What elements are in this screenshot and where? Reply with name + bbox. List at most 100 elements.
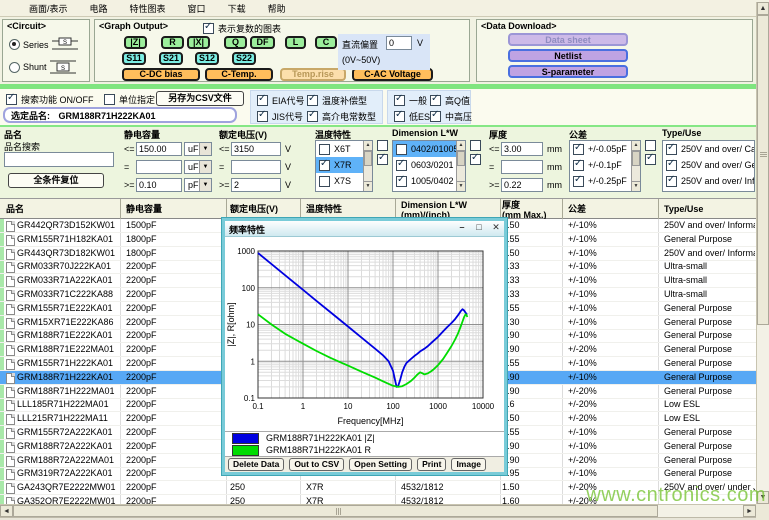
minimize-button[interactable]: – [456,222,468,233]
graph-button-c-temp-[interactable]: C-Temp. [205,68,273,81]
legend-item[interactable]: GRM188R71H222KA01 R [225,444,504,456]
filter-checkbox-3[interactable]: 高Q值 [430,94,470,107]
scroll-down-icon[interactable]: ▼ [457,181,465,191]
legend-item[interactable]: GRM188R71H222KA01 |Z| [225,432,504,444]
radio-shunt-dot[interactable] [9,62,20,73]
list-clear-all-button[interactable] [645,140,656,151]
reset-all-button[interactable]: 全条件复位 [8,173,104,188]
s-parameter-button[interactable]: S-parameter [508,65,628,78]
scroll-up-icon[interactable]: ▲ [457,141,465,151]
list-select-all-button[interactable] [377,154,388,165]
radio-series[interactable]: Series S [9,37,78,52]
close-button[interactable]: ✕ [490,222,502,233]
graph-button-s22[interactable]: S22 [232,52,256,65]
tolerance-list-scrollbar[interactable]: ▲▼ [631,141,640,191]
filter-checkbox-2[interactable]: 一般 [394,94,427,107]
checkbox-icon[interactable] [257,111,268,122]
thickness-input-1[interactable] [501,160,543,174]
type-use-list[interactable]: 250V and over/ Camera250V and over/ Gene… [662,140,755,192]
voltage-input-0[interactable] [231,142,281,156]
scroll-thumb[interactable] [364,151,372,166]
header-cell-tol[interactable]: 公差 [568,199,656,214]
item-checkbox[interactable] [396,144,407,155]
dimension-list[interactable]: 0402/010050603/02011005/0402▲▼ [392,140,466,192]
tolerance-item[interactable]: +/-0.1pF [570,157,632,173]
graph-button-r[interactable]: R [161,36,184,49]
item-checkbox[interactable] [666,144,677,155]
item-checkbox[interactable] [573,144,584,155]
header-cell-volt[interactable]: 额定电压(V) [230,199,296,214]
graph-button-x[interactable]: |X| [187,36,210,49]
type-use-item[interactable]: 250V and over/ General [663,157,754,173]
list-select-all-button[interactable] [470,154,481,165]
checkbox-icon[interactable] [6,94,17,105]
list-clear-all-button[interactable] [377,140,388,151]
image-button[interactable]: Image [451,458,486,471]
capacitance-unit-select[interactable]: uF▼ [184,142,212,156]
dimension-item[interactable]: 1005/0402 [393,173,457,189]
checkbox-icon[interactable] [203,23,214,34]
header-cell-type[interactable]: Type/Use [664,199,753,214]
window-titlebar[interactable]: 频率特性 – □ ✕ [225,221,504,237]
list-clear-all-button[interactable] [470,140,481,151]
scroll-thumb[interactable] [13,505,658,517]
header-cell-dim[interactable]: Dimension L*W (mm)/(inch) [401,199,498,220]
item-checkbox[interactable] [666,160,677,171]
tolerance-item[interactable]: +/-0.25pF [570,173,632,189]
header-cell-thick[interactable]: 厚度 (mm Max.) [502,199,556,220]
search-toggle-checkbox[interactable]: 搜索功能 ON/OFF [6,93,94,106]
temp-char-item[interactable]: X7S [316,173,364,189]
tolerance-list[interactable]: +/-0.05pF+/-0.1pF+/-0.25pF▲▼ [569,140,641,192]
checkbox-icon[interactable] [430,95,441,106]
item-checkbox[interactable] [319,176,330,187]
checkbox-icon[interactable] [394,95,405,106]
graph-button-l[interactable]: L [285,36,306,49]
dimension-list-scrollbar[interactable]: ▲▼ [456,141,465,191]
freq-chart-window[interactable]: 频率特性 – □ ✕ 0.111010010001000010001001010… [222,218,507,475]
dimension-item[interactable]: 0402/01005 [393,141,457,157]
capacitance-unit-select[interactable]: pF▼ [184,178,212,192]
scroll-up-icon[interactable]: ▲ [364,141,372,151]
capacitance-input-1[interactable] [136,160,182,174]
type-use-item[interactable]: 250V and over/ Camera [663,141,754,157]
graph-button-c[interactable]: C [315,36,337,49]
filter-checkbox-6[interactable]: 低ESL [394,110,435,123]
out-to-csv-button[interactable]: Out to CSV [289,458,344,471]
scroll-up-button[interactable]: ▲ [757,2,769,15]
list-select-all-button[interactable] [645,154,656,165]
scroll-thumb[interactable] [632,151,640,166]
checkbox-icon[interactable] [430,111,441,122]
radio-series-dot[interactable] [9,39,20,50]
part-name-search-input[interactable] [4,152,114,167]
capacitance-input-2[interactable] [136,178,182,192]
checkbox-icon[interactable] [257,95,268,106]
show-complex-checkbox[interactable]: 表示复数的图表 [203,22,281,35]
scroll-thumb[interactable] [757,15,769,325]
menu-item[interactable]: 电路 [79,0,119,15]
menu-item[interactable]: 特性图表 [119,0,177,15]
scroll-down-icon[interactable]: ▼ [364,181,372,191]
type-use-item[interactable]: 250V and over/ Informat [663,173,754,189]
item-checkbox[interactable] [573,176,584,187]
temp-char-item[interactable]: X6T [316,141,364,157]
graph-button-q[interactable]: Q [224,36,247,49]
header-cell-temp[interactable]: 温度特性 [306,199,393,214]
save-csv-button[interactable]: 另存为CSV文件 [156,91,244,106]
temp-char-list-scrollbar[interactable]: ▲▼ [363,141,372,191]
item-checkbox[interactable] [666,176,677,187]
chevron-down-icon[interactable]: ▼ [199,161,211,173]
item-checkbox[interactable] [396,160,407,171]
menu-item[interactable]: 下载 [217,0,257,15]
checkbox-icon[interactable] [394,111,405,122]
item-checkbox[interactable] [396,176,407,187]
scroll-down-icon[interactable]: ▼ [632,181,640,191]
graph-button-c-dc-bias[interactable]: C-DC bias [122,68,200,81]
item-checkbox[interactable] [319,160,330,171]
filter-checkbox-5[interactable]: 高介电常数型 [307,110,376,123]
dc-bias-input[interactable] [386,36,412,50]
open-setting-button[interactable]: Open Setting [349,458,412,471]
temp-char-list[interactable]: X6TX7RX7S▲▼ [315,140,373,192]
temp-char-item[interactable]: X7R [316,157,364,173]
graph-button-z[interactable]: |Z| [124,36,147,49]
thickness-input-2[interactable] [501,178,543,192]
